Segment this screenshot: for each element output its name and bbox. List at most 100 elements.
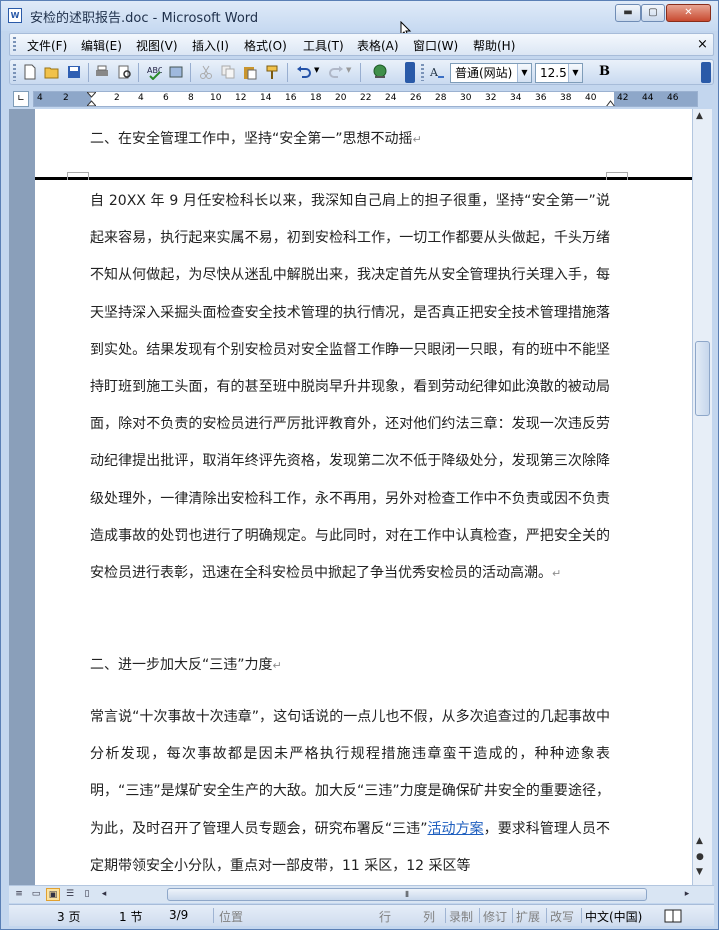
menu-insert[interactable]: 插入(I): [192, 37, 229, 54]
menu-view[interactable]: 视图(V): [136, 37, 178, 54]
cut-icon[interactable]: [198, 64, 214, 80]
scroll-right-icon[interactable]: ▸: [680, 888, 694, 901]
menu-table[interactable]: 表格(A): [357, 37, 399, 54]
style-dropdown-arrow-icon[interactable]: ▼: [517, 64, 531, 82]
minimize-button[interactable]: ▬: [615, 4, 641, 22]
new-document-icon[interactable]: [22, 64, 38, 80]
hyperlink-globe-icon[interactable]: [372, 64, 388, 80]
status-separator: [445, 908, 446, 923]
horizontal-scroll-thumb[interactable]: ⦀: [167, 888, 647, 901]
status-separator: [479, 908, 480, 923]
outline-view-icon[interactable]: ☰: [63, 888, 77, 901]
ruler-label: 46: [667, 93, 679, 103]
document-area[interactable]: 二、在安全管理工作中，坚持“安全第一”思想不动摇↵ 自 20XX 年 9 月任安…: [9, 109, 692, 886]
paragraph-mark-icon: ↵: [552, 567, 562, 581]
undo-icon[interactable]: [296, 64, 312, 80]
menu-edit[interactable]: 编辑(E): [81, 37, 122, 54]
menu-help[interactable]: 帮助(H): [473, 37, 515, 54]
status-extend[interactable]: 扩展: [516, 908, 540, 925]
format-toolbar-grip[interactable]: [421, 64, 424, 81]
toolbar-separator: [88, 63, 89, 82]
undo-dropdown-icon[interactable]: ▼: [314, 66, 319, 74]
ruler-label: 18: [310, 93, 322, 103]
ruler-label: 36: [535, 93, 547, 103]
indent-marker-icon[interactable]: [87, 92, 96, 107]
menubar-grip[interactable]: [13, 37, 16, 53]
save-icon[interactable]: [66, 64, 82, 80]
styles-pane-icon[interactable]: A: [429, 64, 445, 80]
header-corner-mark: [606, 172, 628, 180]
status-separator: [546, 908, 547, 923]
style-dropdown[interactable]: 普通(网站) ▼: [450, 63, 532, 83]
heading-anti-violation[interactable]: 二、进一步加大反“三违”力度↵: [90, 655, 610, 676]
ruler-label: 44: [642, 93, 654, 103]
menu-tools[interactable]: 工具(T): [303, 37, 344, 54]
vertical-scroll-thumb[interactable]: [695, 341, 710, 416]
menu-format[interactable]: 格式(O): [244, 37, 287, 54]
header-corner-mark: [67, 172, 89, 180]
scroll-up-icon[interactable]: ▲: [696, 111, 703, 121]
bold-button[interactable]: B: [599, 64, 610, 79]
print-layout-icon[interactable]: ▣: [46, 888, 60, 901]
body-paragraph-1[interactable]: 自 20XX 年 9 月任安检科长以来，我深知自己肩上的担子很重，坚持“安全第一…: [90, 183, 610, 592]
toolbar-separator: [190, 63, 191, 82]
open-folder-icon[interactable]: [44, 64, 60, 80]
toolbar-options-icon[interactable]: [405, 62, 415, 83]
redo-dropdown-icon[interactable]: ▼: [346, 66, 351, 74]
font-size-dropdown[interactable]: 12.5 ▼: [535, 63, 583, 83]
tab-selector-button[interactable]: ∟: [13, 91, 29, 107]
style-value: 普通(网站): [455, 66, 513, 80]
word-app-icon[interactable]: W: [8, 8, 22, 23]
document-close-button[interactable]: ×: [697, 37, 708, 52]
right-indent-marker-icon[interactable]: [606, 97, 615, 107]
ruler-label: 2: [114, 93, 120, 103]
format-painter-icon[interactable]: [264, 64, 280, 80]
ruler-label: 22: [360, 93, 372, 103]
format-toolbar-options-icon[interactable]: [701, 62, 711, 83]
ruler-label: 24: [385, 93, 397, 103]
paragraph-text: 常言说“十次事故十次违章”，这句话说的一点儿也不假，从多次追查过的几起事故中分析…: [90, 709, 610, 837]
status-bar: 3 页 1 节 3/9 位置 行 列 录制 修订 扩展 改写 中文(中国): [9, 904, 714, 926]
spelling-status-book-icon[interactable]: [664, 909, 682, 923]
reading-view-icon[interactable]: ▯: [80, 888, 94, 901]
font-size-dropdown-arrow-icon[interactable]: ▼: [568, 64, 582, 82]
print-icon[interactable]: [94, 64, 110, 80]
ruler-label: 28: [435, 93, 447, 103]
browse-object-icon[interactable]: ●: [696, 852, 704, 862]
research-icon[interactable]: [168, 64, 184, 80]
menu-file[interactable]: 文件(F): [27, 37, 67, 54]
title-bar[interactable]: W 安检的述职报告.doc - Microsoft Word ▬ ▢ ✕: [1, 1, 718, 31]
ruler-label: 2: [63, 93, 69, 103]
normal-view-icon[interactable]: ≡: [12, 888, 26, 901]
maximize-button[interactable]: ▢: [641, 4, 665, 22]
scroll-left-icon[interactable]: ◂: [97, 888, 111, 901]
paste-icon[interactable]: [242, 64, 258, 80]
status-language[interactable]: 中文(中国): [585, 908, 642, 925]
web-view-icon[interactable]: ▭: [29, 888, 43, 901]
vertical-scrollbar[interactable]: ▲ ▲ ● ▼: [692, 109, 712, 886]
toolbar-grip[interactable]: [13, 64, 16, 81]
horizontal-scroll-row: ≡ ▭ ▣ ☰ ▯ ◂ ⦀ ▸: [9, 885, 714, 903]
status-position: 位置: [219, 910, 244, 924]
ruler-label: 10: [210, 93, 222, 103]
standard-toolbar: ABC ▼ ▼ A 普通(网站) ▼ 12.5 ▼ B: [9, 59, 714, 85]
next-page-icon[interactable]: ▼: [696, 867, 703, 877]
ruler-label: 4: [138, 93, 144, 103]
spelling-icon[interactable]: ABC: [146, 64, 162, 80]
activity-plan-link[interactable]: 活动方案: [427, 821, 483, 837]
ruler-row: ∟ 4 2 2 4 6 8 10 12 14 16 18 20 22 24 26…: [9, 89, 714, 109]
status-record-macro[interactable]: 录制: [449, 908, 473, 925]
ruler-label: 42: [617, 93, 629, 103]
status-track-changes[interactable]: 修订: [483, 908, 507, 925]
heading-safety-first[interactable]: 二、在安全管理工作中，坚持“安全第一”思想不动摇↵: [90, 129, 610, 150]
ruler-label: 8: [188, 93, 194, 103]
close-window-button[interactable]: ✕: [666, 4, 711, 22]
print-preview-icon[interactable]: [117, 64, 133, 80]
previous-page-icon[interactable]: ▲: [696, 836, 703, 846]
body-paragraph-2[interactable]: 常言说“十次事故十次违章”，这句话说的一点儿也不假，从多次追查过的几起事故中分析…: [90, 699, 610, 885]
horizontal-ruler[interactable]: 4 2 2 4 6 8 10 12 14 16 18 20 22 24 26 2…: [33, 91, 698, 107]
menu-window[interactable]: 窗口(W): [413, 37, 458, 54]
copy-icon[interactable]: [220, 64, 236, 80]
redo-icon[interactable]: [328, 64, 344, 80]
status-overtype[interactable]: 改写: [550, 908, 574, 925]
